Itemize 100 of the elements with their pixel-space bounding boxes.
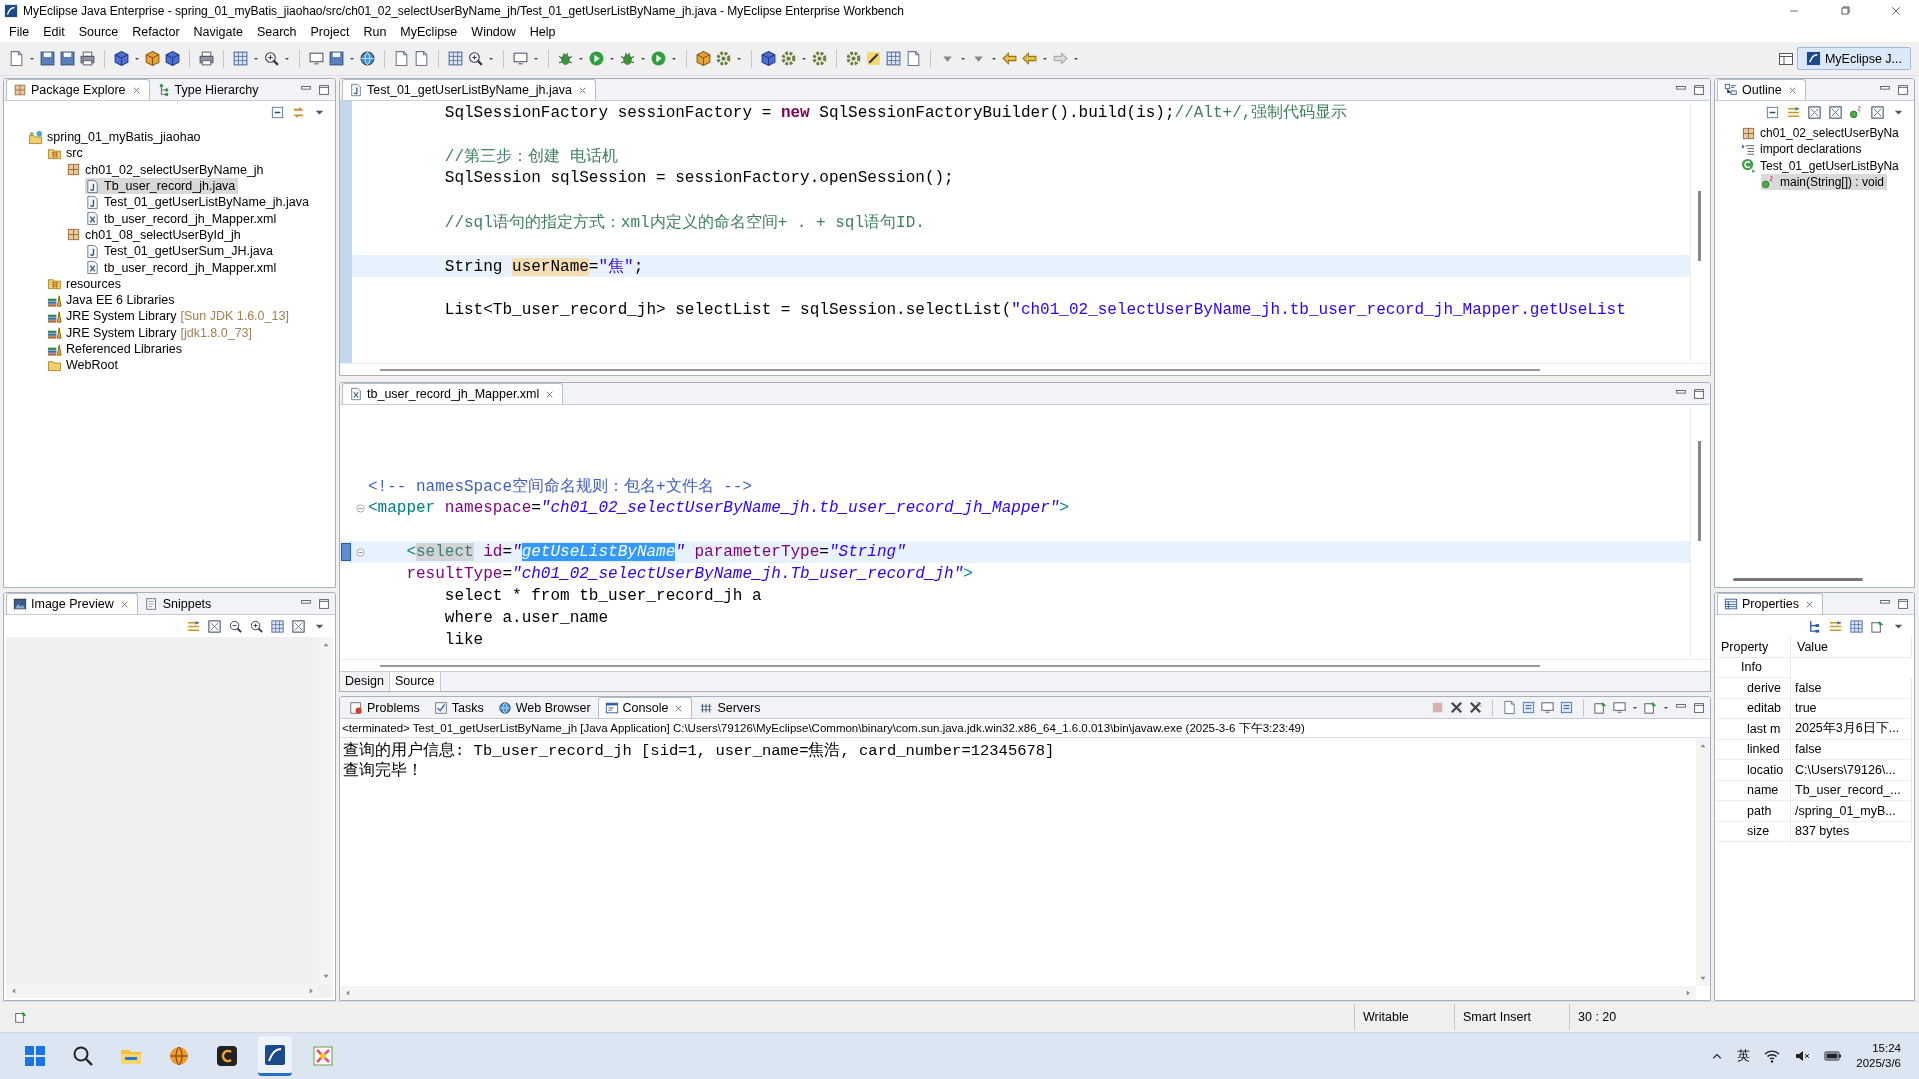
panel-tab[interactable]: Servers (692, 697, 768, 718)
maximize-icon[interactable] (1896, 596, 1910, 611)
zoom-in-icon[interactable] (263, 50, 280, 67)
tree-item[interactable]: Referenced Libraries (47, 340, 186, 358)
back-arrow-icon[interactable] (1001, 50, 1018, 67)
menu-item[interactable]: Help (522, 22, 563, 41)
tree-item[interactable]: JRE System Library [Sun JDK 1.6.0_13] (47, 308, 292, 325)
horizontal-scrollbar[interactable] (380, 369, 1540, 371)
zoom-in-icon[interactable] (249, 618, 264, 634)
editor-page-tab[interactable]: Design (340, 672, 390, 691)
search-icon[interactable] (71, 1044, 95, 1068)
panel-tab[interactable]: Problems (342, 697, 427, 718)
panel-tab[interactable]: Package Explore (6, 79, 150, 100)
display-icon[interactable] (512, 50, 529, 67)
run-icon[interactable] (650, 50, 667, 67)
tree-item[interactable]: ch01_08_selectUserById_jh (66, 226, 244, 244)
printer-icon[interactable] (79, 50, 96, 67)
panel-tab[interactable]: Test_01_getUserListByName_jh.java (342, 79, 596, 100)
ball-icon[interactable] (167, 1044, 191, 1068)
panel-tab[interactable]: tb_user_record_jh_Mapper.xml (342, 383, 564, 404)
document-icon[interactable] (1502, 700, 1517, 715)
maximize-icon[interactable] (1692, 386, 1706, 401)
tree-item[interactable]: Test_01_getUserSum_JH.java (85, 243, 276, 260)
document-icon[interactable] (413, 50, 430, 67)
run-icon[interactable] (588, 50, 605, 67)
grid-icon[interactable] (270, 618, 285, 634)
maximize-icon[interactable] (317, 596, 331, 611)
horizontal-scrollbar[interactable] (6, 984, 319, 998)
menu-item[interactable]: Edit (36, 22, 72, 41)
menu-item[interactable]: File (2, 22, 37, 41)
battery-icon[interactable] (1824, 1048, 1843, 1064)
restore-icon[interactable] (1839, 4, 1851, 17)
bug-icon[interactable] (619, 50, 636, 67)
tree-item[interactable]: Tb_user_record_jh.java (85, 177, 239, 195)
grid-icon[interactable] (1849, 618, 1864, 634)
category-label[interactable]: Info (1715, 657, 1791, 678)
cube-icon[interactable] (695, 50, 712, 67)
gear-icon[interactable] (811, 50, 828, 67)
column-header[interactable]: Property (1715, 637, 1791, 658)
maximize-icon[interactable] (1896, 82, 1910, 97)
cube-icon[interactable] (113, 50, 130, 67)
panel-tab[interactable]: Image Preview (6, 593, 138, 614)
remove-all-icon[interactable] (1468, 700, 1483, 715)
display-icon[interactable] (1540, 700, 1555, 715)
menu-item[interactable]: Run (356, 22, 394, 41)
tree-view-icon[interactable] (1807, 618, 1822, 634)
grid-icon[interactable] (885, 50, 902, 67)
gear-icon[interactable] (780, 50, 797, 67)
cube-icon[interactable] (760, 50, 777, 67)
tree-item[interactable]: main(String[]) : void (1761, 173, 1888, 191)
tree-item[interactable]: Java EE 6 Libraries (47, 291, 178, 309)
collapse-all-icon[interactable] (270, 104, 285, 120)
menu-item[interactable]: Search (249, 22, 304, 41)
zoom-out-icon[interactable] (228, 618, 243, 634)
tree-item[interactable]: src (47, 145, 86, 162)
globe-icon[interactable] (359, 50, 376, 67)
display-icon[interactable] (1612, 700, 1627, 715)
horizontal-scrollbar[interactable] (380, 665, 1540, 667)
back-arrow-icon[interactable] (1021, 50, 1038, 67)
open-perspective-icon[interactable] (1777, 50, 1794, 67)
tree-item[interactable]: JRE System Library [jdk1.8.0_73] (47, 324, 256, 341)
horizontal-scrollbar[interactable] (340, 986, 1696, 1000)
menu-item[interactable]: Navigate (186, 22, 250, 41)
myeclipse-icon[interactable] (263, 1042, 287, 1067)
tree-item[interactable]: Test_01_getUserListByName_jh.java (85, 194, 312, 211)
vertical-scrollbar[interactable] (1698, 441, 1701, 541)
close-icon[interactable] (1890, 4, 1902, 17)
fold-collapse-icon[interactable] (353, 545, 367, 559)
remove-icon[interactable] (1449, 700, 1464, 715)
maximize-icon[interactable] (317, 82, 331, 97)
bug-icon[interactable] (557, 50, 574, 67)
zoom-in-icon[interactable] (467, 50, 484, 67)
gear-icon[interactable] (845, 50, 862, 67)
clock-date[interactable]: 2025/3/6 (1856, 1056, 1901, 1071)
pin-icon[interactable] (1870, 618, 1885, 634)
panel-tab[interactable]: Properties (1717, 593, 1823, 614)
editor-page-tab[interactable]: Source (389, 672, 441, 691)
panel-tab[interactable]: Type Hierarchy (149, 79, 266, 100)
column-header[interactable]: Value (1791, 637, 1912, 658)
perspective-button[interactable]: MyEclipse J... (1796, 47, 1911, 70)
tree-item[interactable]: WebRoot (47, 357, 121, 374)
tree-item[interactable]: ch01_02_selectUserByNa (1741, 125, 1902, 142)
tree-item[interactable]: import declarations (1741, 141, 1865, 158)
horizontal-scrollbar[interactable] (1733, 578, 1863, 581)
menu-item[interactable]: Refactor (125, 22, 187, 41)
menu-item[interactable]: MyEclipse (393, 22, 465, 41)
document-icon[interactable] (8, 50, 25, 67)
collapse-all-icon[interactable] (1765, 104, 1780, 120)
document-icon[interactable] (905, 50, 922, 67)
speaker-muted-icon[interactable] (1794, 1048, 1811, 1064)
vertical-scrollbar[interactable] (1698, 191, 1701, 261)
cube-icon[interactable] (144, 50, 161, 67)
panel-tab[interactable]: Tasks (426, 697, 491, 718)
pencil-icon[interactable] (865, 50, 882, 67)
start-icon[interactable] (23, 1044, 47, 1068)
grid-icon[interactable] (447, 50, 464, 67)
wifi-icon[interactable] (1764, 1048, 1781, 1064)
tree-item[interactable]: tb_user_record_jh_Mapper.xml (85, 259, 280, 276)
panel-tab[interactable]: Web Browser (490, 697, 598, 718)
panel-tab[interactable]: Console (597, 697, 693, 718)
